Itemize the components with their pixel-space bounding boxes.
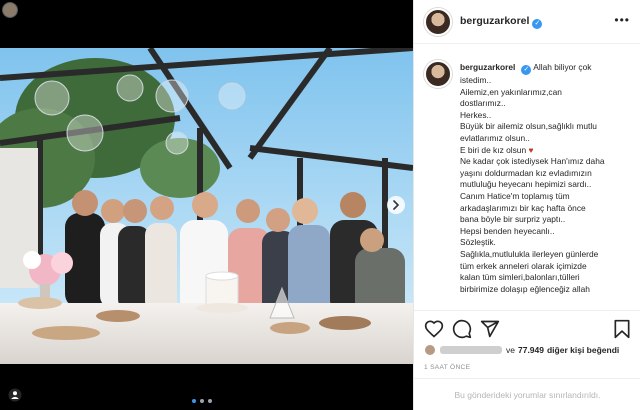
likes-summary[interactable]: ve 77.949 diğer kişi beğendi — [424, 344, 622, 356]
carousel-dot — [208, 399, 212, 403]
caption-line: Büyük bir ailemiz olsun,sağlıklı mutlu — [460, 121, 597, 132]
caption-username[interactable]: berguzarkorel — [460, 62, 515, 72]
post-actions — [414, 310, 640, 346]
post-photo[interactable] — [0, 48, 413, 364]
author-avatar[interactable] — [424, 8, 452, 36]
caption-line: mutluluğu heyecanı hepimizi sardı.. — [460, 179, 592, 190]
verified-badge-icon: ✓ — [521, 65, 532, 75]
caption-area: berguzarkorel ✓ Allah biliyor çok istedim… — [414, 56, 640, 310]
caption-line: Allah biliyor çok — [533, 62, 592, 72]
caption-line: evlatlarımız olsun.. — [460, 132, 530, 143]
username-text[interactable]: berguzarkorel — [460, 15, 529, 27]
caption-line: E biri de kız olsun — [460, 144, 527, 155]
carousel-dot — [200, 399, 204, 403]
likes-count: 77.949 — [517, 345, 544, 355]
media-panel — [0, 0, 413, 410]
caption-line: kalan tüm simleri,balonları,tülleri — [460, 272, 580, 283]
caption-line: Sözleştik. — [460, 237, 496, 248]
caption-line: Herkes.. — [460, 109, 492, 120]
likes-suffix: diğer kişi beğendi — [546, 345, 620, 355]
share-icon[interactable] — [480, 319, 500, 339]
caption-line: bana böyle bir surpriz yaptı.. — [460, 214, 566, 225]
post-sidebar: berguzarkorel ✓ ••• berguzarkorel ✓ Allah … — [413, 0, 640, 410]
caption-line: Hepsi benden heyecanlı.. — [460, 225, 555, 236]
chevron-right-icon — [393, 200, 400, 210]
heart-icon[interactable] — [424, 319, 444, 339]
caption-line: Canım Hatice'm toplamış tüm — [460, 190, 570, 201]
caption-avatar[interactable] — [424, 60, 452, 88]
likes-prefix: ve — [506, 345, 515, 355]
post-header: berguzarkorel ✓ ••• — [414, 0, 640, 44]
verified-badge-icon: ✓ — [532, 19, 543, 29]
liker-avatar — [424, 344, 436, 356]
caption-line: istedim.. — [460, 75, 492, 85]
caption-line: Ailemiz,en yakınlarımız,can — [460, 86, 562, 97]
post-timestamp[interactable]: 1 SAAT ÖNCE — [424, 364, 470, 371]
liker-names-blurred — [440, 346, 502, 354]
caption-line: Ne kadar çok istediysek Han'ımız daha — [460, 156, 605, 167]
caption-line: Sağlıkla,mutlulukla ilerleyen günlerde — [460, 248, 599, 259]
caption-line: arkadaşlarımızı bir kaç hafta önce — [460, 202, 586, 213]
person-tag-icon[interactable] — [8, 388, 22, 402]
caption-line: dostlarımız.. — [460, 98, 506, 109]
caption-line: tüm erkek anneleri olarak içimizde — [460, 260, 587, 271]
next-photo-button[interactable] — [387, 196, 405, 214]
caption-line: birbirimize dolaşıp eğlenceğiz allah — [460, 283, 590, 294]
instagram-post-view: berguzarkorel ✓ ••• berguzarkorel ✓ Allah … — [0, 0, 640, 410]
caption-line: yaşını doldurmadan kız evladımızın — [460, 167, 592, 178]
comments-restricted-notice: Bu gönderideki yorumlar sınırlandırıldı. — [414, 378, 640, 410]
top-avatar[interactable] — [2, 2, 18, 18]
carousel-dot — [192, 399, 196, 403]
emoji-icon: ♥ — [528, 144, 534, 155]
comment-icon[interactable] — [452, 319, 472, 339]
author-username[interactable]: berguzarkorel ✓ — [460, 15, 543, 29]
carousel-indicator — [192, 399, 212, 403]
caption-text: berguzarkorel ✓ Allah biliyor çok istedim… — [460, 62, 632, 295]
more-options-icon[interactable]: ••• — [614, 13, 630, 27]
bookmark-icon[interactable] — [612, 319, 632, 339]
